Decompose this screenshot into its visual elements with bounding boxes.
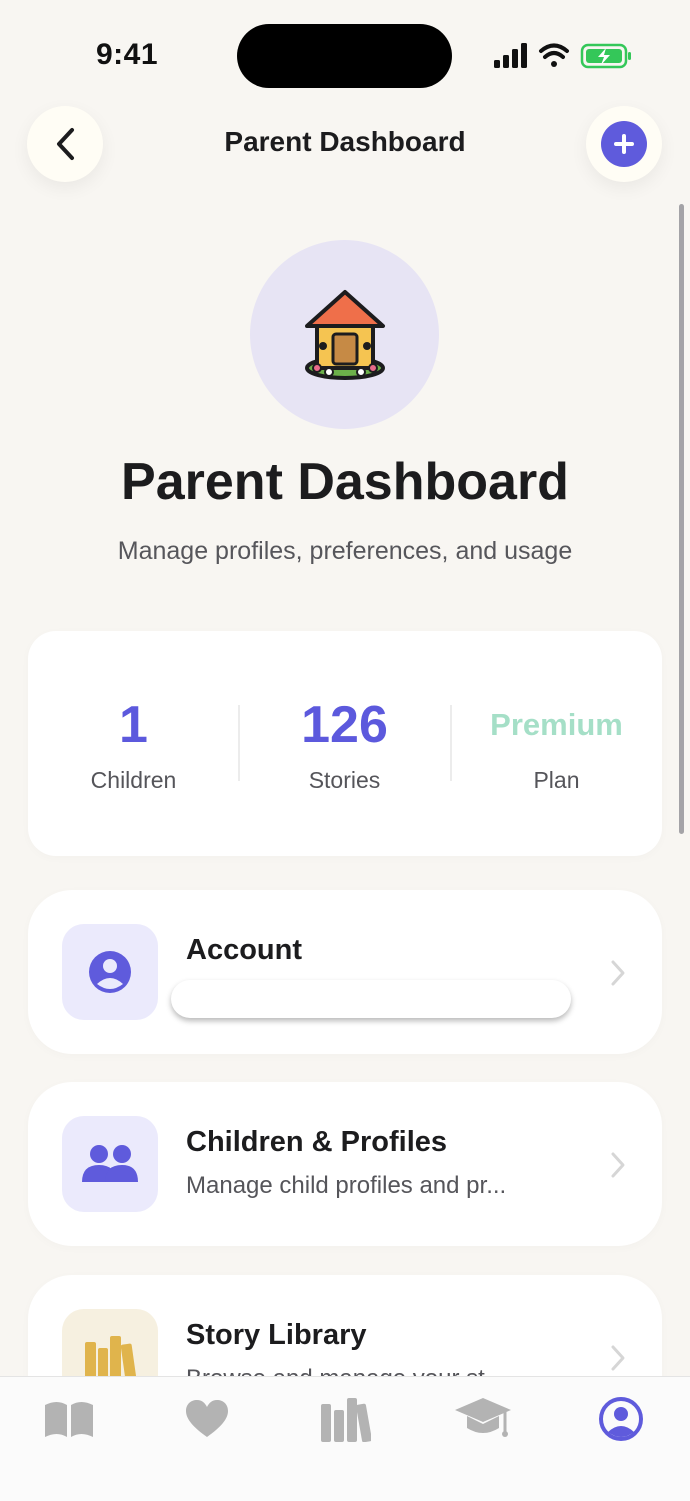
menu-item-title: Story Library [186,1319,367,1351]
profile-icon [599,1397,643,1441]
children-icon-tile [62,1116,158,1212]
signal-icon [494,43,527,68]
stat-label: Stories [308,767,381,793]
book-icon [45,1402,93,1437]
library-icon [321,1398,371,1442]
tab-library[interactable] [310,1389,380,1449]
stat-plan: Premium Plan [451,695,662,794]
chevron-right-icon [611,960,625,986]
menu-item-subtitle: Manage child profiles and pr... [186,1172,507,1199]
menu-item-title: Account [186,934,302,966]
battery-icon [580,43,631,69]
stat-value: Premium [490,707,623,742]
tab-bar [0,1376,690,1501]
plus-icon [601,121,647,167]
user-circle-icon [89,951,131,993]
stat-value: 126 [301,696,388,754]
stat-stories: 126 Stories [239,695,450,794]
chevron-right-icon [611,1152,625,1178]
tab-learn[interactable] [448,1389,518,1449]
hero-avatar [250,240,439,429]
tab-profile[interactable] [586,1389,656,1449]
stat-value: 1 [119,696,148,754]
graduation-cap-icon [455,1398,511,1437]
scrollbar[interactable] [679,204,684,834]
page-subtitle: Manage profiles, preferences, and usage [117,537,573,565]
stat-children: 1 Children [28,695,239,794]
dynamic-island [237,24,452,88]
account-icon-tile [62,924,158,1020]
tab-stories[interactable] [34,1389,104,1449]
menu-item-children-profiles[interactable]: Children & Profiles Manage child profile… [28,1082,662,1246]
wifi-icon [539,43,569,67]
house-icon [304,289,385,380]
status-icons [494,40,634,72]
page-title: Parent Dashboard [121,453,569,511]
account-subtitle-pill [171,980,571,1018]
stat-label: Plan [533,767,580,793]
menu-item-account[interactable]: Account [28,890,662,1054]
chevron-right-icon [611,1345,625,1371]
status-time: 9:41 [96,38,159,71]
users-icon [82,1145,138,1182]
books-icon [85,1336,137,1380]
stat-label: Children [90,767,177,793]
stats-card: 1 Children 126 Stories Premium Plan [28,631,662,856]
menu-item-title: Children & Profiles [186,1126,448,1158]
heart-icon [186,1400,228,1437]
tab-favorites[interactable] [172,1389,242,1449]
add-button[interactable] [586,106,662,182]
